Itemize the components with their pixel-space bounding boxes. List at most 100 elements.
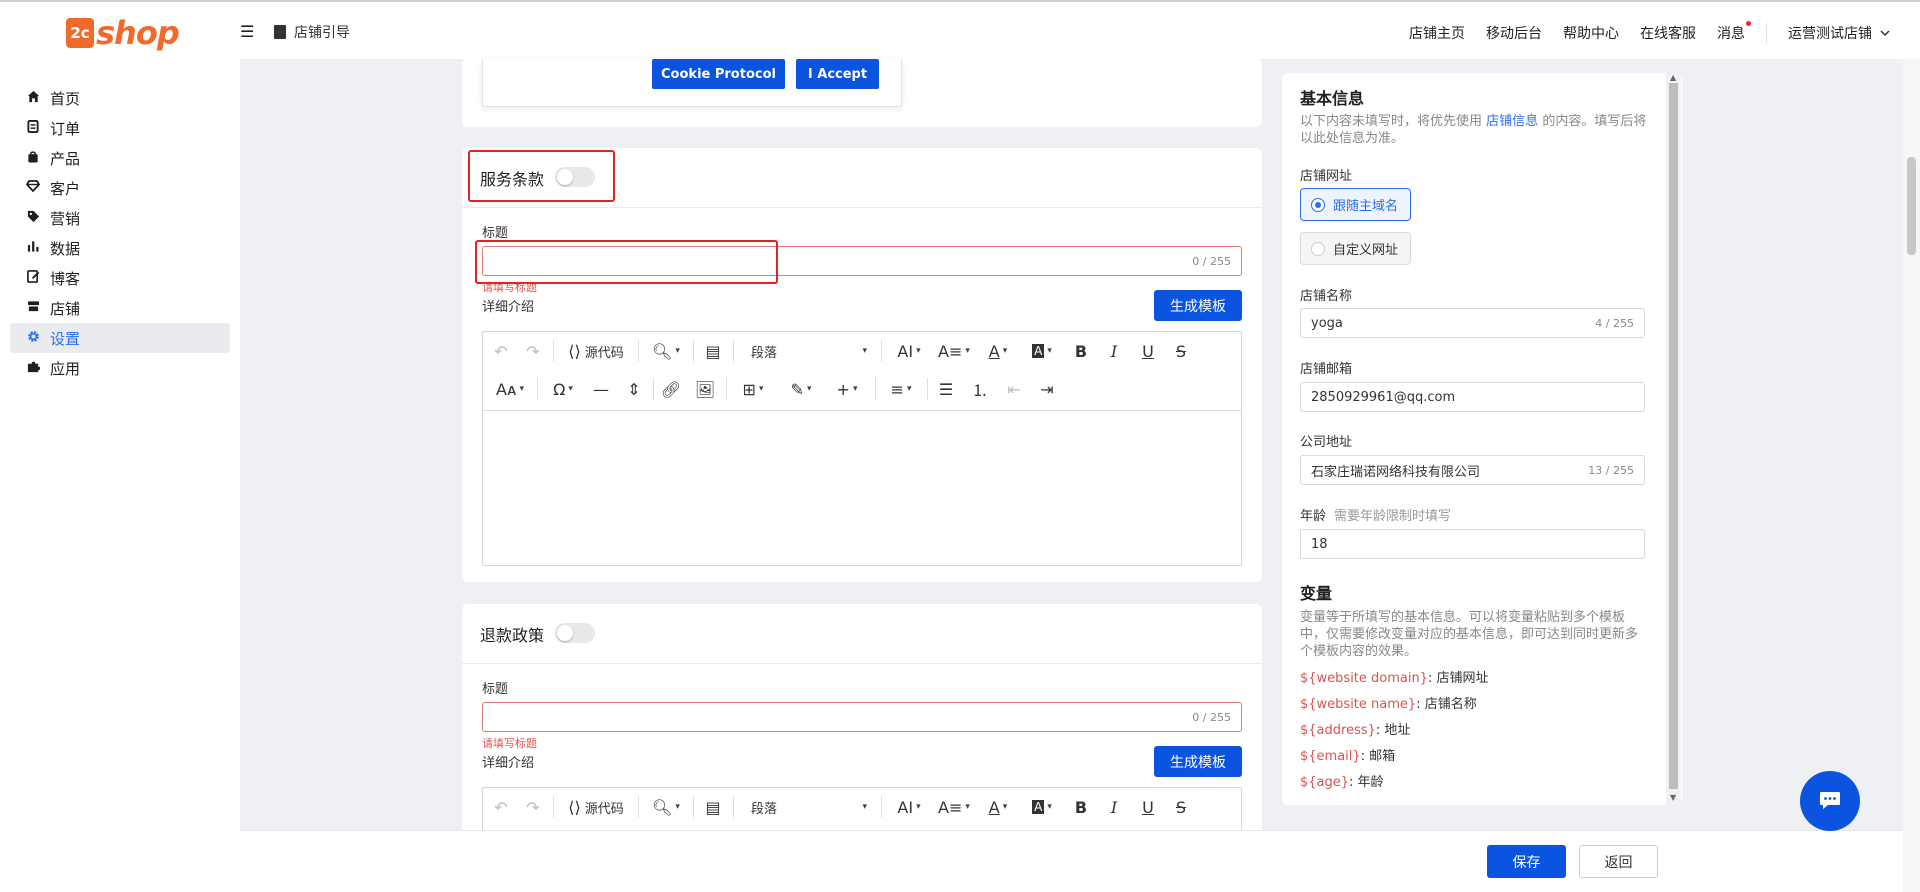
store-guide-link[interactable]: 店铺引导 bbox=[274, 22, 350, 42]
font-size-icon[interactable]: AI ▾ bbox=[889, 795, 929, 819]
sidebar-item-data[interactable]: 数据 bbox=[10, 233, 230, 263]
logo-text: shop bbox=[96, 14, 180, 52]
numbered-list-icon[interactable]: ⒈ bbox=[968, 377, 992, 401]
save-button[interactable]: 保存 bbox=[1487, 845, 1566, 878]
sidebar-item-customers[interactable]: 客户 bbox=[10, 173, 230, 203]
sidebar-item-label: 设置 bbox=[50, 329, 81, 348]
scroll-down-icon[interactable]: ▼ bbox=[1670, 793, 1676, 802]
store-info-link[interactable]: 店铺信息 bbox=[1486, 114, 1538, 129]
redo-icon[interactable]: ↷ bbox=[521, 339, 545, 363]
link-icon[interactable]: 🔗︎ bbox=[659, 377, 683, 401]
select-all-icon[interactable]: ▤ bbox=[701, 339, 725, 363]
panel-scrollbar[interactable]: ▲ ▼ bbox=[1666, 73, 1681, 805]
line-height-icon[interactable]: A≡ ▾ bbox=[935, 339, 973, 363]
italic-icon[interactable]: I bbox=[1102, 339, 1126, 363]
bold-icon[interactable]: B bbox=[1069, 339, 1093, 363]
select-all-icon[interactable]: ▤ bbox=[701, 795, 725, 819]
nav-online-support[interactable]: 在线客服 bbox=[1640, 23, 1696, 43]
sidebar-item-label: 数据 bbox=[50, 239, 81, 258]
toolbar-divider bbox=[653, 378, 654, 400]
char-counter: 0 / 255 bbox=[1192, 711, 1231, 724]
sidebar-item-label: 订单 bbox=[50, 119, 81, 138]
variable-key: ${website domain} bbox=[1300, 671, 1428, 686]
special-char-icon[interactable]: Ω ▾ bbox=[543, 377, 583, 401]
cookie-accept-button[interactable]: I Accept bbox=[796, 59, 879, 89]
back-button[interactable]: 返回 bbox=[1579, 845, 1658, 878]
find-replace-icon[interactable]: 🔍︎ ▾ bbox=[646, 795, 686, 819]
store-email-input[interactable]: 2850929961@qq.com bbox=[1300, 382, 1645, 412]
terms-of-service-card: 服务条款 标题 0 / 255 请填写标题 详细介绍 生成模板 ↶ ↷ ⟨⟩ 源代… bbox=[462, 148, 1262, 582]
chart-icon bbox=[25, 240, 41, 256]
top-nav: 店铺主页 移动后台 帮助中心 在线客服 消息 运营测试店铺 bbox=[1409, 21, 1920, 43]
nav-store-home[interactable]: 店铺主页 bbox=[1409, 23, 1465, 43]
background-color-icon[interactable]: A ▾ bbox=[1023, 339, 1061, 363]
align-icon[interactable]: ≡ ▾ bbox=[881, 377, 921, 401]
sidebar-item-home[interactable]: 首页 bbox=[10, 83, 230, 113]
sidebar-item-products[interactable]: 产品 bbox=[10, 143, 230, 173]
table-icon[interactable]: ⊞ ▾ bbox=[733, 377, 773, 401]
sidebar-item-apps[interactable]: 应用 bbox=[10, 353, 230, 383]
cookie-protocol-button[interactable]: Cookie Protocol bbox=[652, 59, 785, 89]
undo-icon[interactable]: ↶ bbox=[489, 339, 513, 363]
variable-desc: : 店铺名称 bbox=[1416, 697, 1477, 712]
source-code-button[interactable]: ⟨⟩ 源代码 bbox=[563, 339, 629, 363]
source-code-button[interactable]: ⟨⟩ 源代码 bbox=[563, 795, 629, 819]
nav-help-center[interactable]: 帮助中心 bbox=[1563, 23, 1619, 43]
highlight-icon[interactable]: ✎ ▾ bbox=[781, 377, 821, 401]
scroll-up-icon[interactable]: ▲ bbox=[1670, 73, 1676, 82]
store-name-label: 店铺名称 bbox=[1300, 289, 1353, 304]
bullet-list-icon[interactable]: ☰ bbox=[934, 377, 958, 401]
company-address-input[interactable]: 石家庄瑞诺网络科技有限公司 13 / 255 bbox=[1300, 455, 1645, 485]
insert-icon[interactable]: + ▾ bbox=[827, 377, 867, 401]
sidebar-item-settings[interactable]: 设置 bbox=[10, 323, 230, 353]
undo-icon[interactable]: ↶ bbox=[489, 795, 513, 819]
url-option-custom[interactable]: 自定义网址 bbox=[1300, 232, 1412, 265]
sidebar-item-label: 店铺 bbox=[50, 299, 81, 318]
bold-icon[interactable]: B bbox=[1069, 795, 1093, 819]
chat-button[interactable] bbox=[1800, 771, 1860, 831]
indent-icon[interactable]: ⇥ bbox=[1035, 377, 1059, 401]
logo[interactable]: 2c shop bbox=[66, 14, 180, 52]
page-scrollbar-thumb[interactable] bbox=[1907, 157, 1916, 255]
horizontal-line-icon[interactable]: — bbox=[589, 377, 613, 401]
paragraph-select[interactable]: 段落 ▾ bbox=[745, 339, 873, 363]
panel-scrollbar-thumb[interactable] bbox=[1669, 83, 1678, 789]
age-input[interactable]: 18 bbox=[1300, 529, 1645, 559]
find-replace-icon[interactable]: 🔍︎ ▾ bbox=[646, 339, 686, 363]
editor-content-area[interactable] bbox=[483, 410, 1241, 565]
radio-label: 跟随主域名 bbox=[1333, 199, 1399, 214]
underline-icon[interactable]: U bbox=[1136, 339, 1160, 363]
order-icon bbox=[25, 119, 41, 137]
strikethrough-icon[interactable]: S bbox=[1169, 795, 1193, 819]
nav-messages[interactable]: 消息 bbox=[1717, 21, 1751, 43]
menu-toggle-icon[interactable]: ☰ bbox=[240, 24, 254, 40]
generate-template-button[interactable]: 生成模板 bbox=[1154, 746, 1242, 777]
paragraph-select[interactable]: 段落 ▾ bbox=[745, 795, 873, 819]
line-height-icon[interactable]: A≡ ▾ bbox=[935, 795, 973, 819]
font-size-icon[interactable]: AI ▾ bbox=[889, 339, 929, 363]
refund-enable-toggle[interactable] bbox=[555, 623, 595, 643]
generate-template-button[interactable]: 生成模板 bbox=[1154, 290, 1242, 321]
page-scrollbar[interactable] bbox=[1903, 59, 1920, 892]
sidebar-item-orders[interactable]: 订单 bbox=[10, 113, 230, 143]
sidebar-item-blog[interactable]: 博客 bbox=[10, 263, 230, 293]
underline-icon[interactable]: U bbox=[1136, 795, 1160, 819]
url-option-main-domain[interactable]: 跟随主域名 bbox=[1300, 188, 1412, 221]
store-guide-label: 店铺引导 bbox=[294, 25, 350, 41]
page-break-icon[interactable]: ⇕ bbox=[622, 377, 646, 401]
strikethrough-icon[interactable]: S bbox=[1169, 339, 1193, 363]
image-icon[interactable]: 🖼︎ bbox=[693, 377, 717, 401]
store-switcher[interactable]: 运营测试店铺 bbox=[1788, 23, 1890, 43]
sidebar-item-marketing[interactable]: 营销 bbox=[10, 203, 230, 233]
background-color-icon[interactable]: A ▾ bbox=[1023, 795, 1061, 819]
nav-mobile-admin[interactable]: 移动后台 bbox=[1486, 23, 1542, 43]
font-family-icon[interactable]: Aᴀ ▾ bbox=[489, 377, 531, 401]
refund-title-input[interactable]: 0 / 255 bbox=[482, 702, 1242, 732]
outdent-icon[interactable]: ⇤ bbox=[1002, 377, 1026, 401]
sidebar-item-store[interactable]: 店铺 bbox=[10, 293, 230, 323]
store-name-input[interactable]: yoga 4 / 255 bbox=[1300, 308, 1645, 338]
italic-icon[interactable]: I bbox=[1102, 795, 1126, 819]
font-color-icon[interactable]: A ▾ bbox=[979, 795, 1017, 819]
redo-icon[interactable]: ↷ bbox=[521, 795, 545, 819]
font-color-icon[interactable]: A ▾ bbox=[979, 339, 1017, 363]
